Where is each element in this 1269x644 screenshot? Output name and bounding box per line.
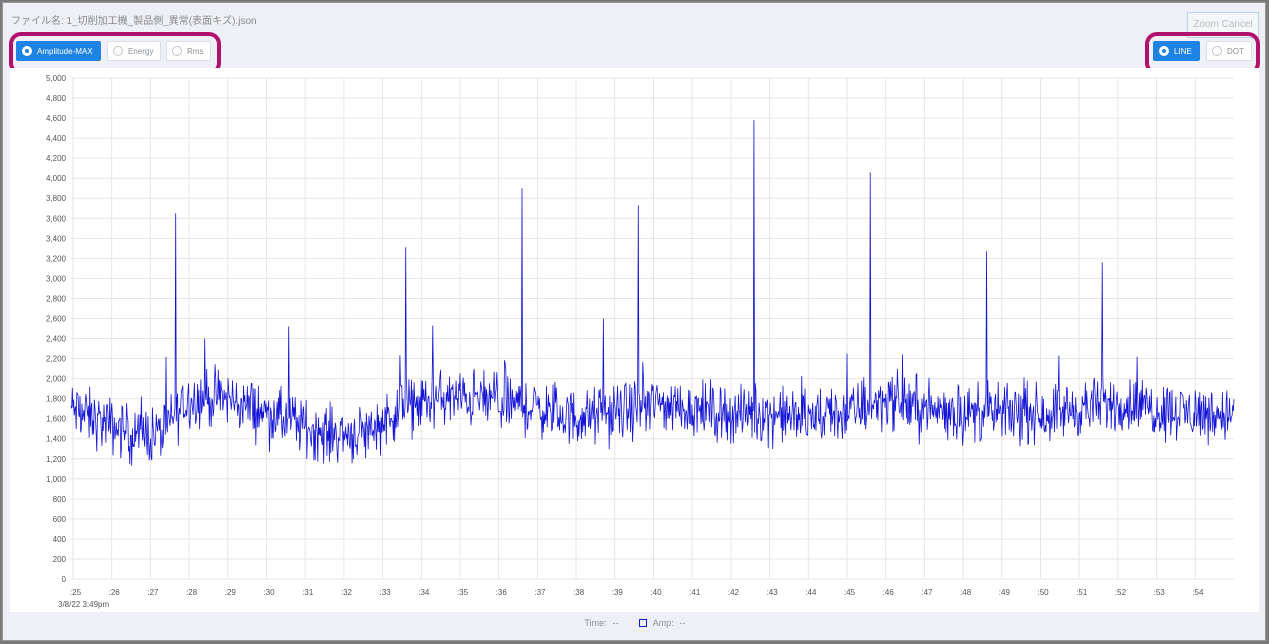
time-value: --: [612, 618, 619, 628]
x-tick-label: :48: [960, 588, 972, 597]
x-tick-label: :44: [805, 588, 817, 597]
y-tick-label: 600: [53, 515, 67, 524]
radio-label: Amplitude-MAX: [37, 46, 93, 56]
y-tick-label: 800: [53, 495, 67, 504]
y-tick-label: 1,800: [46, 395, 67, 404]
y-tick-label: 2,000: [46, 375, 67, 384]
y-tick-label: 3,200: [46, 254, 67, 263]
radio-dot-icon: [1212, 46, 1222, 56]
x-tick-label: :50: [1037, 588, 1049, 597]
radio-amplitude-max[interactable]: Amplitude-MAX: [16, 41, 101, 61]
amp-value: --: [679, 618, 686, 628]
x-tick-label: :53: [1154, 588, 1166, 597]
y-tick-label: 3,600: [46, 214, 67, 223]
x-tick-label: :42: [728, 588, 740, 597]
y-tick-label: 3,800: [46, 194, 67, 203]
radio-label: Rms: [187, 46, 204, 56]
x-tick-label: :49: [999, 588, 1011, 597]
x-tick-label: :47: [921, 588, 933, 597]
radio-energy[interactable]: Energy: [107, 41, 162, 61]
x-tick-label: :41: [689, 588, 701, 597]
y-tick-label: 4,000: [46, 174, 67, 183]
radio-label: DOT: [1227, 46, 1244, 56]
y-tick-label: 2,800: [46, 294, 67, 303]
y-tick-label: 4,600: [46, 114, 67, 123]
x-tick-label: :36: [496, 588, 508, 597]
time-label: Time:: [584, 618, 607, 628]
radio-label: Energy: [128, 46, 154, 56]
x-tick-label: :27: [147, 588, 159, 597]
y-tick-label: 4,200: [46, 154, 67, 163]
x-tick-label: :37: [534, 588, 546, 597]
x-tick-label: :43: [767, 588, 779, 597]
y-tick-label: 4,800: [46, 94, 67, 103]
app-frame: ファイル名: 1_切削加工機_製品側_異常(表面キズ).json Zoom Ca…: [2, 2, 1266, 641]
file-name-label: ファイル名: 1_切削加工機_製品側_異常(表面キズ).json: [11, 16, 257, 27]
x-start-date-label: 3/8/22 3:49pm: [58, 600, 109, 609]
y-tick-label: 4,400: [46, 134, 67, 143]
x-tick-label: :28: [186, 588, 198, 597]
y-tick-label: 2,200: [46, 355, 67, 364]
y-tick-label: 2,600: [46, 314, 67, 323]
x-tick-label: :39: [612, 588, 624, 597]
y-tick-label: 5,000: [46, 74, 67, 83]
x-tick-label: :29: [225, 588, 237, 597]
x-tick-label: :54: [1192, 588, 1204, 597]
x-tick-label: :30: [263, 588, 275, 597]
radio-label: LINE: [1174, 46, 1192, 56]
radio-dot-icon: [1159, 46, 1169, 56]
y-tick-label: 200: [53, 555, 67, 564]
amp-series-line: [70, 120, 1235, 466]
y-tick-label: 1,000: [46, 475, 67, 484]
amp-label: Amp:: [652, 618, 674, 628]
radio-line[interactable]: LINE: [1153, 41, 1200, 61]
x-tick-label: :38: [573, 588, 585, 597]
x-tick-label: :46: [883, 588, 895, 597]
y-tick-label: 400: [53, 535, 67, 544]
x-tick-label: :35: [457, 588, 469, 597]
radio-dot[interactable]: DOT: [1206, 41, 1252, 61]
x-tick-label: :31: [302, 588, 314, 597]
x-tick-label: :26: [109, 588, 121, 597]
x-tick-label: :25: [70, 588, 82, 597]
y-tick-label: 0: [62, 575, 67, 584]
x-tick-label: :51: [1076, 588, 1088, 597]
radio-dot-icon: [172, 46, 182, 56]
radio-dot-icon: [22, 46, 32, 56]
chart-panel: 0 200 400 600 800 1,000 1,200 1,400 1,600 1,800 2,…: [10, 68, 1259, 612]
x-tick-label: :34: [418, 588, 430, 597]
x-tick-label: :33: [380, 588, 392, 597]
y-tick-label: 1,400: [46, 435, 67, 444]
y-tick-label: 3,000: [46, 274, 67, 283]
amplitude-chart[interactable]: 0 200 400 600 800 1,000 1,200 1,400 1,600 1,800 2,…: [10, 68, 1259, 612]
y-tick-label: 2,400: [46, 335, 67, 344]
amp-series-icon: [638, 619, 647, 627]
radio-rms[interactable]: Rms: [166, 41, 212, 61]
radio-dot-icon: [113, 46, 123, 56]
x-tick-label: :32: [341, 588, 353, 597]
chart-footer: Time: -- Amp: --: [3, 615, 1267, 631]
x-tick-label: :52: [1115, 588, 1127, 597]
y-tick-label: 1,600: [46, 415, 67, 424]
y-tick-label: 3,400: [46, 234, 67, 243]
x-tick-label: :40: [650, 588, 662, 597]
y-tick-label: 1,200: [46, 455, 67, 464]
x-tick-label: :45: [844, 588, 856, 597]
